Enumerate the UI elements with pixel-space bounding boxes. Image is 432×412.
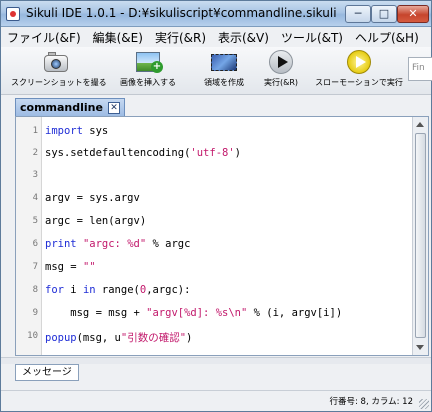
code-line: argc = len(argv) (45, 215, 147, 227)
region-icon (210, 50, 238, 74)
line-number-gutter: 1 2 3 4 5 6 7 8 9 10 (16, 117, 42, 355)
insert-image-button[interactable]: + 画像を挿入する (108, 50, 188, 88)
toolbar: スクリーンショットを撮る + 画像を挿入する 領域を作成 実行(&R) スローモ… (1, 47, 431, 95)
title-bar[interactable]: Sikuli IDE 1.0.1 - D:¥sikuliscript¥comma… (1, 1, 431, 27)
maximize-button[interactable]: □ (371, 5, 397, 23)
menu-file[interactable]: ファイル(&F) (7, 29, 81, 46)
tab-commandline[interactable]: commandline ✕ (15, 98, 125, 116)
line-number: 10 (27, 331, 38, 341)
code-line: msg = "" (45, 261, 96, 273)
run-slow-motion-button[interactable]: スローモーションで実行 (311, 50, 407, 88)
cursor-position-status: 行番号: 8, カラム: 12 (329, 397, 413, 407)
code-editor[interactable]: 1 2 3 4 5 6 7 8 9 10 import sys sys.setd… (15, 116, 429, 356)
line-number: 5 (32, 216, 38, 226)
line-number: 7 (32, 262, 38, 272)
menu-view[interactable]: 表示(&V) (218, 29, 269, 46)
capture-screenshot-button[interactable]: スクリーンショットを撮る (11, 50, 107, 88)
line-number: 6 (32, 239, 38, 249)
run-slow-motion-label: スローモーションで実行 (315, 78, 403, 87)
run-label: 実行(&R) (263, 78, 299, 87)
tab-messages[interactable]: メッセージ (15, 364, 79, 381)
scrollbar-thumb[interactable] (415, 133, 426, 338)
menu-run[interactable]: 実行(&R) (155, 29, 206, 46)
scroll-down-arrow-icon[interactable] (416, 345, 424, 350)
menu-tools[interactable]: ツール(&T) (281, 29, 343, 46)
vertical-scrollbar[interactable] (412, 117, 428, 355)
code-line: argv = sys.argv (45, 192, 140, 204)
insert-image-icon: + (134, 50, 163, 74)
menu-bar: ファイル(&F) 編集(&E) 実行(&R) 表示(&V) ツール(&T) ヘル… (1, 27, 431, 47)
create-region-label: 領域を作成 (204, 78, 244, 87)
tab-label: commandline (20, 101, 103, 114)
window-title: Sikuli IDE 1.0.1 - D:¥sikuliscript¥comma… (26, 6, 337, 20)
find-input[interactable]: Fin (408, 57, 432, 81)
line-number: 2 (32, 148, 38, 158)
create-region-button[interactable]: 領域を作成 (194, 50, 254, 88)
capture-screenshot-label: スクリーンショットを撮る (11, 78, 107, 87)
pane-splitter[interactable] (1, 357, 431, 364)
insert-image-label: 画像を挿入する (120, 78, 176, 87)
code-line: msg = msg + "argv[%d]: %s\n" % (i, argv[… (45, 307, 343, 319)
line-number: 3 (32, 170, 38, 180)
camera-icon (42, 50, 70, 74)
code-line: sys.setdefaultencoding('utf-8') (45, 147, 241, 159)
menu-edit[interactable]: 編集(&E) (93, 29, 143, 46)
status-bar: 行番号: 8, カラム: 12 (1, 390, 431, 411)
code-line: popup(msg, u"引数の確認") (45, 332, 193, 344)
play-icon (267, 50, 295, 74)
menu-help[interactable]: ヘルプ(&H) (355, 29, 419, 46)
code-line: for i in range(0,argc): (45, 284, 191, 296)
slow-motion-play-icon (345, 50, 373, 74)
ide-window: Sikuli IDE 1.0.1 - D:¥sikuliscript¥comma… (0, 0, 432, 412)
sikuli-app-icon (6, 7, 20, 21)
resize-grip-icon[interactable] (419, 399, 429, 409)
minimize-button[interactable]: ─ (345, 5, 371, 23)
scroll-up-arrow-icon[interactable] (416, 122, 424, 127)
code-line: print "argc: %d" % argc (45, 238, 191, 250)
line-number: 9 (32, 308, 38, 318)
run-button[interactable]: 実行(&R) (259, 50, 303, 88)
editor-tab-bar: commandline ✕ (1, 96, 431, 116)
line-number: 8 (32, 285, 38, 295)
tab-close-icon[interactable]: ✕ (107, 101, 120, 114)
line-number: 1 (32, 126, 38, 136)
code-line: import sys (45, 125, 109, 137)
line-number: 4 (32, 193, 38, 203)
close-button[interactable]: ✕ (397, 5, 429, 23)
message-pane: メッセージ (1, 364, 431, 390)
